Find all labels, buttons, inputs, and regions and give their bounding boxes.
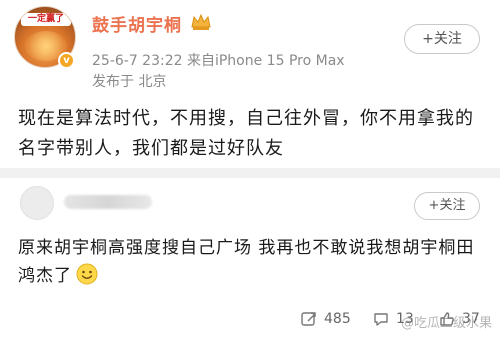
avatar-banner: 一定赢了 [21, 13, 71, 26]
divider [0, 168, 500, 178]
repost-count: 485 [324, 311, 351, 327]
comment-username-blurred [64, 195, 152, 209]
comment-icon [374, 313, 388, 326]
watermark: @吃瓜二级水果 [400, 316, 492, 331]
post-location: 发布于 北京 [92, 74, 167, 90]
post-text: 现在是算法时代，不用搜，自己往外冒，你不用拿我的名字带别人，我们都是过好队友 [18, 108, 474, 159]
follow-button[interactable]: +关注 [404, 24, 480, 54]
comment-avatar[interactable] [20, 186, 54, 220]
comment-text: 原来胡宇桐高强度搜自己广场 我再也不敢说我想胡宇桐田鸿杰了 [18, 234, 488, 290]
verified-badge-icon: v [58, 52, 75, 69]
repost-icon [301, 312, 316, 326]
repost-action[interactable]: 485 [300, 304, 351, 334]
username[interactable]: 鼓手胡宇桐 [92, 11, 182, 36]
post-header: 一定赢了 v 鼓手胡宇桐 25-6-7 23:22 来自iPhone 15 Pr… [0, 0, 500, 90]
comment-follow-button[interactable]: +关注 [414, 192, 480, 220]
crown-level-icon [191, 13, 211, 30]
post-meta: 25-6-7 23:22 来自iPhone 15 Pro Max [92, 53, 345, 69]
smile-emoji-icon [76, 263, 98, 285]
